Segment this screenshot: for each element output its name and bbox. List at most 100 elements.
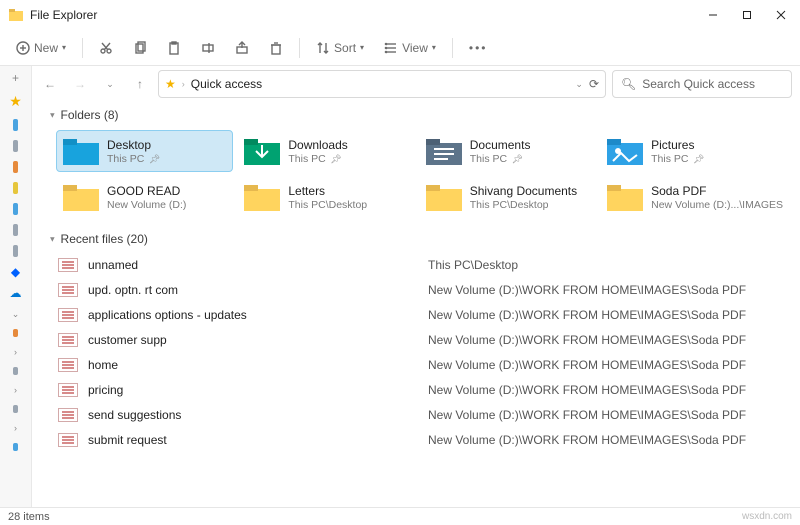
folder-icon <box>63 136 99 166</box>
folder-card[interactable]: PicturesThis PC 📌︎ <box>600 130 790 172</box>
tab-expand[interactable]: › <box>10 384 22 396</box>
file-icon <box>58 258 78 272</box>
folder-card[interactable]: Shivang DocumentsThis PC\Desktop <box>419 176 596 218</box>
folder-icon <box>244 136 280 166</box>
tab-item[interactable] <box>13 182 18 194</box>
chevron-down-icon[interactable]: ⌄ <box>575 79 583 90</box>
folder-card[interactable]: GOOD READNew Volume (D:) <box>56 176 233 218</box>
tab-item[interactable] <box>13 203 18 215</box>
up-button[interactable]: ↑ <box>128 72 152 96</box>
cut-button[interactable] <box>91 34 121 62</box>
folder-icon <box>607 136 643 166</box>
maximize-button[interactable] <box>730 0 764 30</box>
recent-file-row[interactable]: pricingNew Volume (D:)\WORK FROM HOME\IM… <box>56 377 790 402</box>
copy-button[interactable] <box>125 34 155 62</box>
folder-icon <box>607 182 643 212</box>
folders-grid: DesktopThis PC 📌︎DownloadsThis PC 📌︎Docu… <box>56 130 790 218</box>
vertical-tabs: + ★ ◆ ☁ ⌄ › › › <box>0 66 32 507</box>
add-tab-button[interactable]: + <box>10 72 22 84</box>
folders-section-header[interactable]: ▸ Folders (8) <box>50 104 790 126</box>
plus-circle-icon <box>16 41 30 55</box>
recent-section-header[interactable]: ▸ Recent files (20) <box>50 228 790 250</box>
file-icon <box>58 433 78 447</box>
file-path: This PC\Desktop <box>428 258 790 272</box>
file-icon <box>58 408 78 422</box>
pin-icon: 📌︎ <box>328 154 342 164</box>
chevron-down-icon: ▸ <box>47 237 58 242</box>
titlebar: File Explorer <box>0 0 800 30</box>
recent-file-row[interactable]: send suggestionsNew Volume (D:)\WORK FRO… <box>56 402 790 427</box>
paste-button[interactable] <box>159 34 189 62</box>
recent-file-row[interactable]: submit requestNew Volume (D:)\WORK FROM … <box>56 427 790 452</box>
breadcrumb-sep: › <box>182 79 185 89</box>
folder-card[interactable]: LettersThis PC\Desktop <box>237 176 414 218</box>
more-icon: ••• <box>469 41 488 55</box>
file-name: send suggestions <box>88 408 418 422</box>
tab-item[interactable] <box>13 245 18 257</box>
recent-file-row[interactable]: customer suppNew Volume (D:)\WORK FROM H… <box>56 327 790 352</box>
close-button[interactable] <box>764 0 798 30</box>
folder-name: Shivang Documents <box>470 184 577 198</box>
tab-item[interactable] <box>13 443 18 451</box>
folder-path: This PC 📌︎ <box>288 153 347 165</box>
tab-quick-access[interactable]: ★ <box>9 93 22 110</box>
minimize-button[interactable] <box>696 0 730 30</box>
file-name: submit request <box>88 433 418 447</box>
recent-locations-button[interactable]: ⌄ <box>98 72 122 96</box>
search-placeholder: Search Quick access <box>642 77 755 91</box>
folder-name: Desktop <box>107 138 160 152</box>
file-path: New Volume (D:)\WORK FROM HOME\IMAGES\So… <box>428 358 790 372</box>
breadcrumb[interactable]: Quick access <box>191 77 262 91</box>
tab-expand[interactable]: › <box>10 346 22 358</box>
back-button[interactable]: ← <box>38 72 62 96</box>
folder-name: Letters <box>288 184 367 198</box>
tab-item[interactable] <box>13 329 18 337</box>
recent-file-row[interactable]: upd. optn. rt comNew Volume (D:)\WORK FR… <box>56 277 790 302</box>
file-icon <box>58 358 78 372</box>
folder-path: This PC\Desktop <box>288 199 367 211</box>
file-path: New Volume (D:)\WORK FROM HOME\IMAGES\So… <box>428 308 790 322</box>
file-name: pricing <box>88 383 418 397</box>
nav-row: ← → ⌄ ↑ ★ › Quick access ⌄ ⟳ 🔍︎ Search Q… <box>32 66 800 102</box>
forward-button[interactable]: → <box>68 72 92 96</box>
address-bar[interactable]: ★ › Quick access ⌄ ⟳ <box>158 70 606 98</box>
file-icon <box>58 308 78 322</box>
status-items: 28 items <box>8 511 50 523</box>
tab-item[interactable] <box>13 367 18 375</box>
search-box[interactable]: 🔍︎ Search Quick access <box>612 70 792 98</box>
trash-icon <box>269 41 283 55</box>
recent-file-row[interactable]: unnamedThis PC\Desktop <box>56 252 790 277</box>
tab-item[interactable] <box>13 119 18 131</box>
share-button[interactable] <box>227 34 257 62</box>
chevron-down-icon: ▾ <box>360 43 364 52</box>
tab-item[interactable] <box>13 161 18 173</box>
new-button[interactable]: New ▾ <box>8 34 74 62</box>
rename-icon <box>201 41 215 55</box>
tab-expand[interactable]: ⌄ <box>10 308 22 320</box>
tab-item[interactable] <box>13 224 18 236</box>
tab-item[interactable] <box>13 140 18 152</box>
pin-icon: 📌︎ <box>690 154 704 164</box>
chevron-down-icon: ▸ <box>47 113 58 118</box>
recent-file-row[interactable]: applications options - updatesNew Volume… <box>56 302 790 327</box>
more-button[interactable]: ••• <box>461 34 496 62</box>
tab-expand[interactable]: › <box>10 422 22 434</box>
pin-icon: 📌︎ <box>146 154 160 164</box>
folder-card[interactable]: Soda PDFNew Volume (D:)...\IMAGES <box>600 176 790 218</box>
folder-card[interactable]: DocumentsThis PC 📌︎ <box>419 130 596 172</box>
file-name: home <box>88 358 418 372</box>
folder-card[interactable]: DesktopThis PC 📌︎ <box>56 130 233 172</box>
rename-button[interactable] <box>193 34 223 62</box>
chevron-down-icon: ▾ <box>432 43 436 52</box>
tab-onedrive[interactable]: ☁ <box>10 287 22 299</box>
delete-button[interactable] <box>261 34 291 62</box>
folder-card[interactable]: DownloadsThis PC 📌︎ <box>237 130 414 172</box>
recent-file-row[interactable]: home New Volume (D:)\WORK FROM HOME\IMAGE… <box>56 352 790 377</box>
file-path: New Volume (D:)\WORK FROM HOME\IMAGES\So… <box>428 333 790 347</box>
refresh-button[interactable]: ⟳ <box>589 77 599 91</box>
sort-button[interactable]: Sort ▾ <box>308 34 372 62</box>
view-button[interactable]: View ▾ <box>376 34 444 62</box>
tab-dropbox[interactable]: ◆ <box>10 266 22 278</box>
folder-name: Soda PDF <box>651 184 783 198</box>
tab-item[interactable] <box>13 405 18 413</box>
